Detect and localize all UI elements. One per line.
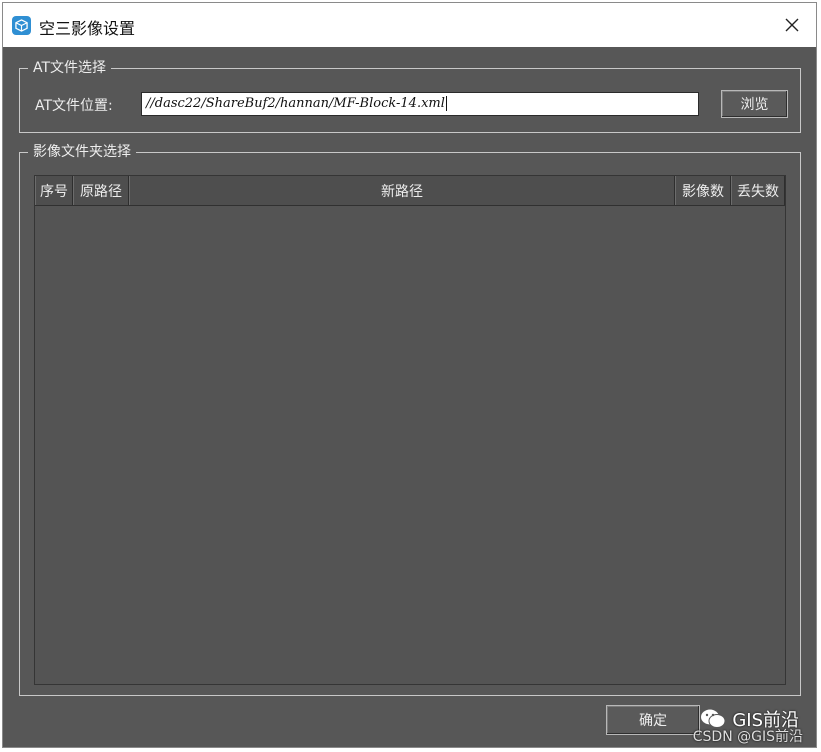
image-folder-table[interactable]: 序号 原路径 新路径 影像数 丢失数	[34, 175, 786, 685]
app-cube-icon	[12, 16, 31, 35]
watermark-credit: CSDN @GIS前沿	[692, 729, 803, 745]
dialog-window: 空三影像设置 AT文件选择 AT文件位置: //dasc22/ShareBuf2…	[2, 2, 817, 748]
browse-button[interactable]: 浏览	[721, 90, 788, 118]
window-title: 空三影像设置	[39, 19, 136, 38]
column-header-original-path[interactable]: 原路径	[73, 176, 129, 205]
table-header: 序号 原路径 新路径 影像数 丢失数	[35, 176, 785, 206]
text-caret	[445, 96, 447, 111]
at-file-groupbox: AT文件选择 AT文件位置: //dasc22/ShareBuf2/hannan…	[19, 58, 801, 133]
at-file-location-label: AT文件位置:	[35, 98, 113, 114]
at-file-path-input[interactable]: //dasc22/ShareBuf2/hannan/MF-Block-14.xm…	[141, 92, 699, 116]
close-button[interactable]	[776, 9, 808, 41]
ok-button-label: 确定	[639, 713, 667, 729]
image-folder-groupbox: 影像文件夹选择 序号 原路径 新路径 影像数 丢失数	[19, 142, 801, 696]
column-header-image-count[interactable]: 影像数	[675, 176, 731, 205]
title-bar: 空三影像设置	[3, 3, 816, 47]
browse-button-label: 浏览	[740, 97, 769, 113]
image-folder-group-title: 影像文件夹选择	[28, 142, 136, 162]
at-file-path-value: //dasc22/ShareBuf2/hannan/MF-Block-14.xm…	[146, 96, 445, 111]
column-header-new-path[interactable]: 新路径	[129, 176, 675, 205]
column-header-index[interactable]: 序号	[35, 176, 73, 205]
at-file-group-title: AT文件选择	[28, 58, 112, 78]
close-icon	[785, 18, 799, 32]
column-header-missing-count[interactable]: 丢失数	[731, 176, 785, 205]
ok-button[interactable]: 确定	[606, 705, 700, 735]
